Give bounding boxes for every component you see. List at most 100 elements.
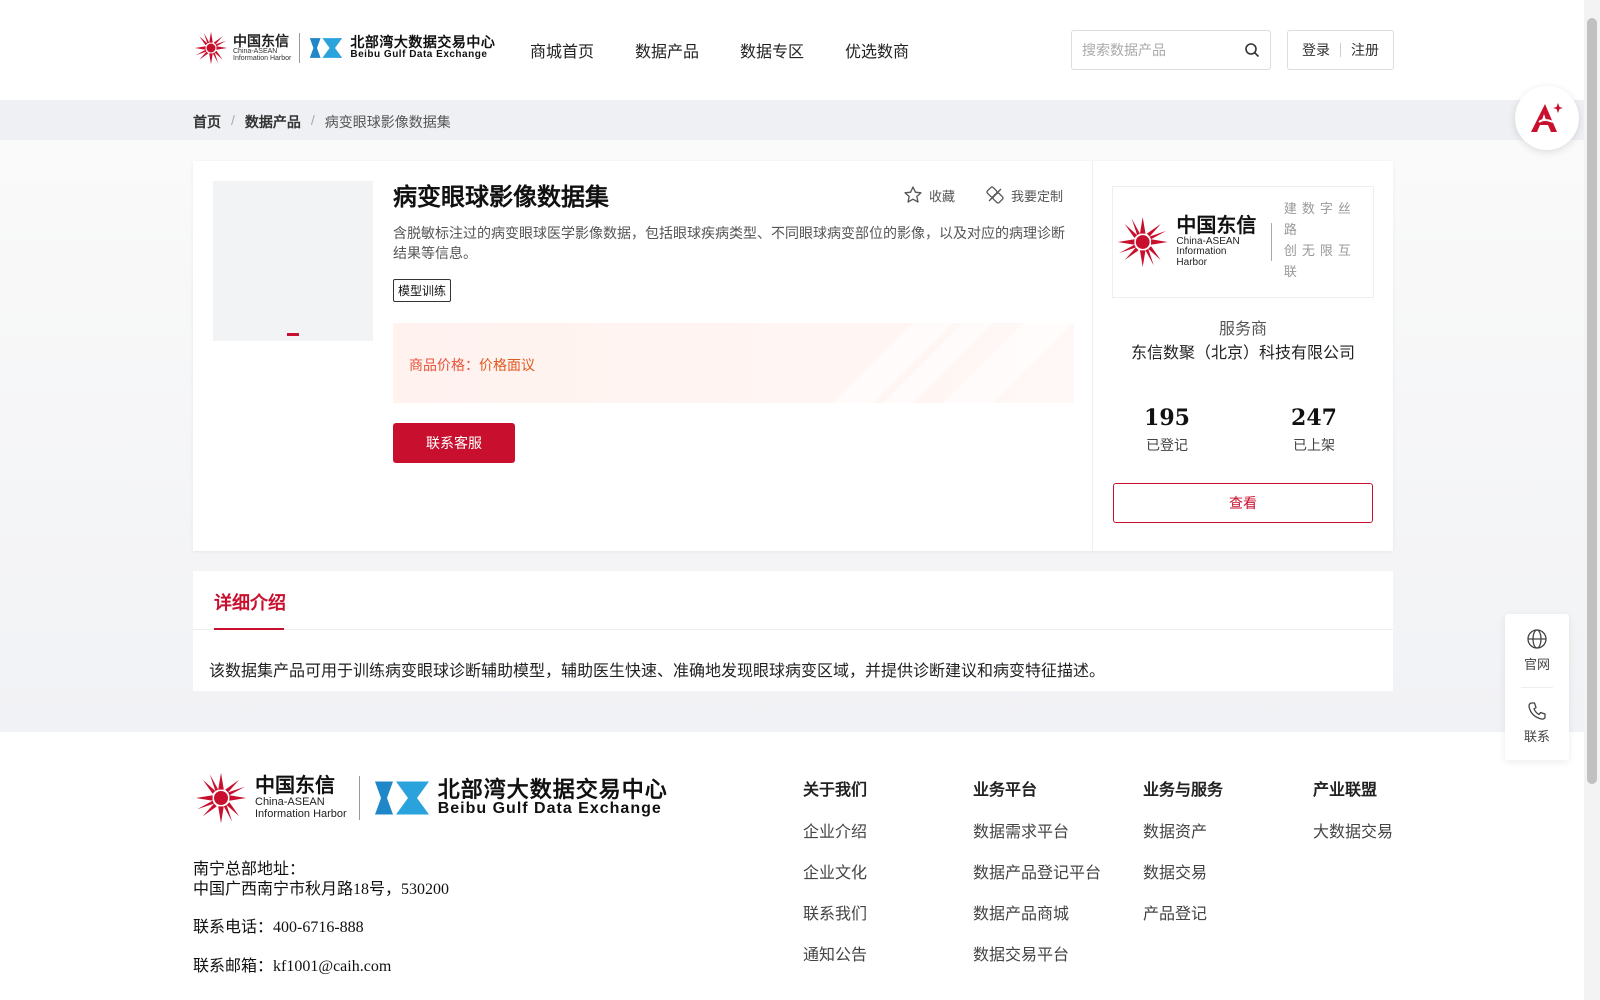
auth-box: 登录 注册: [1287, 30, 1394, 70]
breadcrumb-current: 病变眼球影像数据集: [324, 114, 451, 130]
logo-ct-en-1: China-ASEAN: [233, 48, 278, 55]
vendor-logo-cn: 中国东信: [1176, 214, 1257, 237]
breadcrumb-home[interactable]: 首页: [193, 112, 221, 132]
official-site-button[interactable]: 官网: [1505, 628, 1569, 673]
footer-email: 联系邮箱：kf1001@caih.com: [193, 957, 391, 977]
listed-label: 已上架: [1293, 437, 1335, 453]
phone-value: 400-6716-888: [273, 919, 364, 936]
scrollbar-thumb[interactable]: [1587, 18, 1597, 784]
vendor-logo-divider: [1270, 223, 1272, 261]
customize-button[interactable]: 我要定制: [985, 185, 1063, 205]
footer-logo-ct-en-1: China-ASEAN: [255, 795, 325, 808]
floating-toolbar-divider: [1521, 687, 1553, 688]
address-value: 中国广西南宁市秋月路18号，530200: [193, 881, 450, 898]
china-asean-logo-icon: [195, 772, 247, 824]
vendor-slogan-2: 创无限互联: [1283, 244, 1356, 280]
footer-link[interactable]: 数据产品商城: [973, 900, 1101, 924]
logo-ct-en-2: Information Harbor: [233, 55, 292, 62]
logo-divider: [299, 33, 301, 63]
floating-toolbar: 官网 联系: [1505, 614, 1569, 760]
listed-count: 247: [1291, 405, 1337, 431]
footer-link[interactable]: 数据需求平台: [973, 818, 1101, 842]
product-actions: 收藏 我要定制: [903, 185, 1063, 205]
footer-link[interactable]: 企业介绍: [803, 818, 867, 842]
contact-service-button[interactable]: 联系客服: [393, 423, 515, 463]
footer-link[interactable]: 企业文化: [803, 859, 867, 883]
login-link[interactable]: 登录: [1302, 40, 1330, 60]
china-asean-logo-icon: [1117, 217, 1168, 267]
beibu-gulf-logo-icon: [374, 781, 429, 815]
star-icon: [904, 186, 922, 203]
search-box: [1071, 30, 1271, 70]
top-header: 中国东信 China-ASEAN Information Harbor 北部湾大…: [0, 0, 1584, 100]
view-vendor-button[interactable]: 查看: [1113, 483, 1373, 523]
footer-logo-ct-cn: 中国东信: [255, 774, 335, 797]
vendor-logo-en-2: Information Harbor: [1176, 246, 1227, 268]
nav-item-data-zone[interactable]: 数据专区: [740, 38, 804, 62]
product-title: 病变眼球影像数据集: [393, 184, 609, 211]
footer-logo[interactable]: 中国东信 China-ASEAN Information Harbor 北部湾大…: [193, 770, 668, 826]
nav-item-data-products[interactable]: 数据产品: [635, 38, 699, 62]
price-value: 价格面议: [479, 357, 535, 373]
footer-column-alliance: 产业联盟 大数据交易: [1313, 776, 1393, 859]
vendor-logo: 中国东信 China-ASEAN Information Harbor 建数字丝…: [1112, 186, 1374, 298]
ai-assistant-button[interactable]: [1515, 86, 1579, 150]
registered-count: 195: [1144, 405, 1190, 431]
footer-link[interactable]: 产品登记: [1143, 900, 1223, 924]
email-label: 联系邮箱：: [193, 958, 274, 975]
footer-logo-divider: [358, 776, 360, 820]
footer-address: 南宁总部地址： 中国广西南宁市秋月路18号，530200: [193, 860, 449, 900]
footer-link[interactable]: 联系我们: [803, 900, 867, 924]
search-icon[interactable]: [1244, 42, 1260, 58]
footer-column-title: 关于我们: [803, 782, 868, 799]
breadcrumb-data-products[interactable]: 数据产品: [245, 112, 301, 132]
carousel-indicator[interactable]: [287, 333, 299, 336]
footer-link[interactable]: 大数据交易: [1313, 818, 1393, 842]
footer-logo-bb-en: Beibu Gulf Data Exchange: [437, 800, 662, 818]
nav-item-home[interactable]: 商城首页: [530, 38, 594, 62]
beibu-gulf-logo-icon: [310, 38, 343, 58]
product-image: [213, 181, 373, 341]
vendor-role: 服务商: [1218, 321, 1267, 338]
price-text: 商品价格：价格面议: [409, 355, 535, 375]
vendor-slogan-1: 建数字丝路: [1283, 202, 1356, 239]
detail-section: 详细介绍 该数据集产品可用于训练病变眼球诊断辅助模型，辅助医生快速、准确地发现眼…: [193, 571, 1393, 691]
page-scrollbar[interactable]: [1584, 0, 1600, 1000]
logo-bb-en: Beibu Gulf Data Exchange: [350, 49, 488, 61]
footer-column-title: 业务与服务: [1143, 782, 1224, 799]
china-asean-logo-icon: [194, 31, 228, 65]
address-label: 南宁总部地址：: [193, 861, 306, 878]
footer-column-title: 业务平台: [973, 782, 1038, 799]
site-logo[interactable]: 中国东信 China-ASEAN Information Harbor 北部湾大…: [193, 30, 495, 66]
search-input[interactable]: [1072, 31, 1232, 69]
footer-link[interactable]: 数据交易平台: [973, 941, 1101, 965]
footer-column-services: 业务与服务 数据资产 数据交易 产品登记: [1143, 776, 1223, 941]
registered-label: 已登记: [1146, 437, 1188, 453]
price-label: 商品价格：: [409, 357, 479, 373]
footer: 中国东信 China-ASEAN Information Harbor 北部湾大…: [0, 732, 1584, 1000]
footer-link[interactable]: 数据产品登记平台: [973, 859, 1101, 883]
favorite-button[interactable]: 收藏: [903, 185, 955, 205]
footer-column-platforms: 业务平台 数据需求平台 数据产品登记平台 数据产品商城 数据交易平台: [973, 776, 1101, 982]
detail-text: 该数据集产品可用于训练病变眼球诊断辅助模型，辅助医生快速、准确地发现眼球病变区域…: [209, 663, 1106, 680]
tab-active-indicator: [214, 628, 284, 630]
footer-link[interactable]: 通知公告: [803, 941, 867, 965]
official-site-label: 官网: [1523, 657, 1550, 672]
globe-icon: [1527, 629, 1547, 649]
phone-icon: [1528, 702, 1546, 720]
footer-column-title: 产业联盟: [1313, 782, 1378, 799]
footer-link[interactable]: 数据资产: [1143, 818, 1223, 842]
main-nav: 商城首页 数据产品 数据专区 优选数商: [530, 38, 909, 62]
footer-column-about: 关于我们 企业介绍 企业文化 联系我们 通知公告: [803, 776, 867, 982]
vendor-stat-registered: 195 已登记: [1117, 405, 1217, 455]
footer-phone: 联系电话：400-6716-888: [193, 918, 364, 938]
footer-link[interactable]: 数据交易: [1143, 859, 1223, 883]
email-value[interactable]: kf1001@caih.com: [273, 958, 391, 975]
vendor-divider: [1092, 161, 1093, 551]
tab-detail[interactable]: 详细介绍: [214, 589, 286, 615]
product-tag: 模型训练: [393, 279, 452, 302]
register-link[interactable]: 注册: [1351, 40, 1379, 60]
nav-item-vendors[interactable]: 优选数商: [845, 38, 909, 62]
product-description: 含脱敏标注过的病变眼球医学影像数据，包括眼球疾病类型、不同眼球病变部位的影像，以…: [393, 225, 1065, 261]
contact-button[interactable]: 联系: [1505, 700, 1569, 745]
